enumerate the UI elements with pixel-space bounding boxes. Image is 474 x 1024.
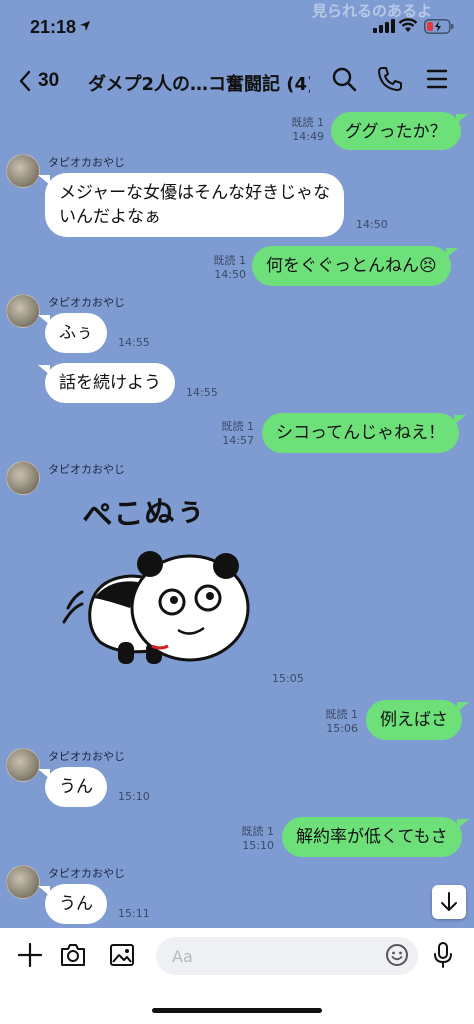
chat-title: ダメプ2人の…コ奮闘記 (4)	[88, 74, 310, 95]
incoming-message[interactable]: ふぅ	[38, 313, 107, 353]
outgoing-message[interactable]: ググったか？	[331, 112, 468, 150]
back-button[interactable]: 30	[18, 66, 59, 96]
outgoing-message[interactable]: シコってんじゃねえ！	[262, 413, 467, 453]
message-time: 14:57	[222, 434, 254, 447]
status-bar: 見られるのあるよ 21:18	[0, 0, 474, 50]
outgoing-message[interactable]: 何をぐぐっとんねん😣	[252, 246, 458, 286]
sticker-message[interactable]: ぺこぬぅ	[60, 484, 260, 684]
status-time: 21:18	[30, 17, 77, 37]
sticker-caption: ぺこぬぅ	[81, 492, 208, 535]
location-arrow-icon	[80, 21, 90, 31]
arrow-down-icon	[441, 892, 457, 911]
message-meta: 既読 1 14:57	[216, 420, 255, 448]
sender-name: タピオカおやじ	[48, 296, 125, 309]
message-time: 14:49	[292, 130, 324, 143]
wifi-icon	[398, 18, 418, 32]
message-time: 14:50	[356, 218, 388, 231]
scroll-to-bottom-button[interactable]	[432, 885, 466, 919]
sender-name: タピオカおやじ	[48, 867, 125, 880]
message-time: 14:55	[118, 336, 150, 349]
back-chevron-icon	[19, 70, 31, 92]
chat-message-list[interactable]: 既読 1 14:49 ググったか？ タピオカおやじ メジャーな女優はそんな好きじ…	[0, 112, 474, 928]
phone-icon[interactable]	[375, 64, 405, 94]
sender-name: タピオカおやじ	[48, 750, 125, 763]
read-receipt: 既読 1	[241, 825, 275, 838]
message-time: 15:11	[118, 907, 150, 920]
message-input[interactable]	[156, 937, 418, 975]
message-time: 15:10	[118, 790, 150, 803]
incoming-message[interactable]: 話を続けよう	[38, 363, 175, 403]
image-icon[interactable]	[107, 940, 137, 970]
search-icon[interactable]	[329, 64, 359, 94]
message-time: 15:05	[272, 672, 304, 685]
panda-sticker-icon	[62, 551, 250, 664]
read-receipt: 既読 1	[325, 708, 359, 721]
message-meta: 既読 1 14:49	[286, 116, 325, 144]
avatar[interactable]	[6, 294, 40, 328]
avatar[interactable]	[6, 154, 40, 188]
message-meta: 既読 1 14:50	[208, 254, 247, 282]
read-receipt: 既読 1	[291, 116, 325, 129]
plus-icon[interactable]	[15, 940, 45, 970]
menu-icon[interactable]	[422, 64, 452, 94]
mic-icon[interactable]	[428, 940, 458, 970]
avatar[interactable]	[6, 461, 40, 495]
message-time: 15:06	[326, 722, 358, 735]
avatar[interactable]	[6, 865, 40, 899]
message-time: 15:10	[242, 839, 274, 852]
outgoing-message[interactable]: 解約率が低くてもさ	[282, 817, 469, 857]
incoming-message[interactable]: メジャーな女優はそんな好きじゃな いんだよなぁ	[37, 173, 345, 237]
message-time: 14:55	[186, 386, 218, 399]
incoming-message[interactable]: うん	[38, 884, 107, 924]
message-meta: 既読 1 15:06	[320, 708, 359, 736]
camera-icon[interactable]	[58, 940, 88, 970]
battery-icon	[424, 19, 454, 34]
emoji-icon[interactable]	[383, 941, 411, 969]
cellular-signal-icon	[373, 19, 395, 33]
chat-header: 30 ダメプ2人の…コ奮闘記 (4)	[0, 50, 474, 112]
read-receipt: 既読 1	[213, 254, 247, 267]
outgoing-message[interactable]: 例えばさ	[366, 700, 469, 740]
message-meta: 既読 1 15:10	[236, 825, 275, 853]
sender-name: タピオカおやじ	[48, 463, 125, 476]
message-line: メジャーな女優はそんな好きじゃな	[59, 183, 331, 203]
incoming-message[interactable]: うん	[38, 767, 107, 807]
home-indicator	[152, 1008, 322, 1013]
message-time: 14:50	[214, 268, 246, 281]
unread-count: 30	[38, 70, 60, 91]
message-line: いんだよなぁ	[59, 207, 161, 227]
sender-name: タピオカおやじ	[48, 156, 125, 169]
read-receipt: 既読 1	[221, 420, 255, 433]
avatar[interactable]	[6, 748, 40, 782]
